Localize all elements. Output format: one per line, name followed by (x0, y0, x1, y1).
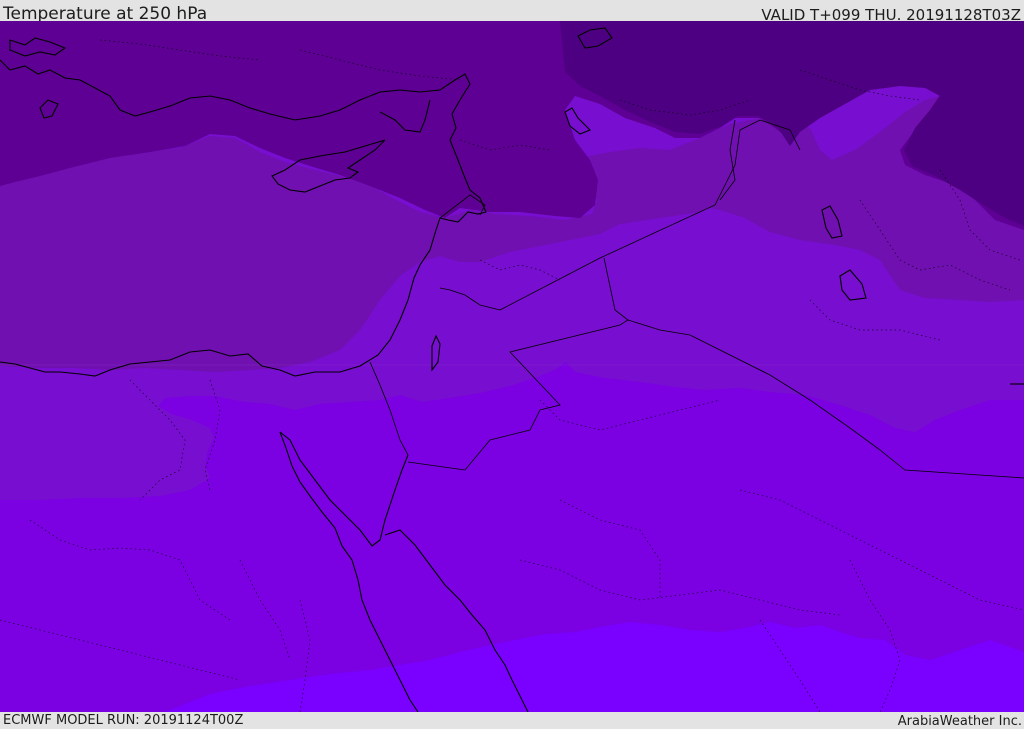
map-frame: Temperature at 250 hPa VALID T+099 THU. … (0, 0, 1024, 729)
credit-label: ArabiaWeather Inc. (897, 714, 1022, 729)
header-bar: Temperature at 250 hPa VALID T+099 THU. … (0, 0, 1024, 24)
model-run-label: ECMWF MODEL RUN: 20191124T00Z (3, 713, 244, 728)
temperature-map[interactable] (0, 21, 1024, 712)
